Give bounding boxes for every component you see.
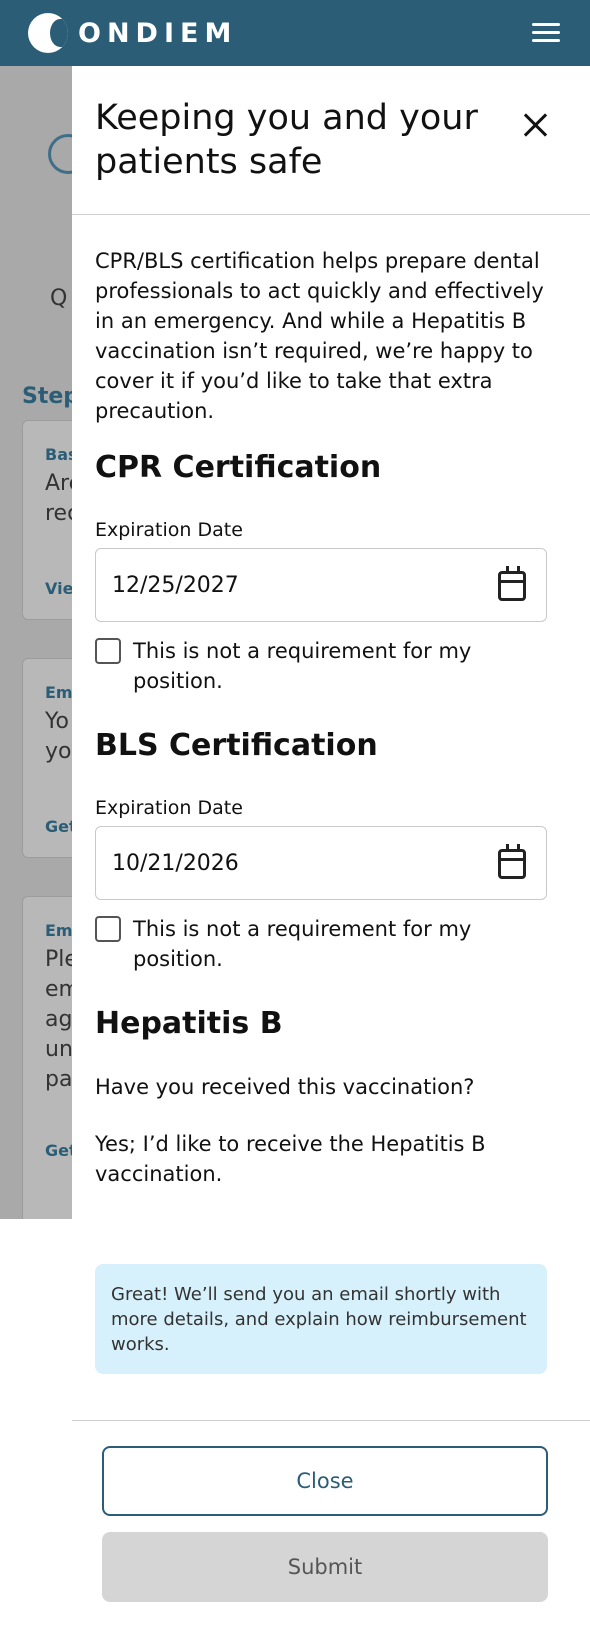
bg-partial-text: Q [50, 286, 68, 311]
ondiem-logo[interactable]: ONDIEM [28, 13, 237, 53]
bls-expiration-label: Expiration Date [95, 797, 243, 819]
cpr-not-required-label[interactable]: This is not a requirement for my positio… [133, 636, 533, 696]
cpr-date-field[interactable] [95, 548, 547, 622]
bg-card-line: pa [45, 1067, 72, 1092]
bg-card-line: un [45, 1037, 72, 1062]
close-button[interactable]: Close [102, 1446, 548, 1516]
bls-expiration-input[interactable] [112, 827, 472, 899]
bls-heading: BLS Certification [95, 728, 378, 763]
submit-button[interactable]: Submit [102, 1532, 548, 1602]
bg-card-label: Em [45, 683, 72, 702]
bg-steps-heading: Step [22, 384, 72, 409]
bg-card-line: yo [45, 739, 72, 764]
calendar-icon[interactable] [498, 566, 526, 601]
drawer-title: Keeping you and your patients safe [95, 98, 478, 182]
close-icon[interactable] [522, 112, 548, 138]
bg-card-link: Vie [45, 579, 72, 598]
bg-card-line: Are [45, 471, 72, 496]
top-bar: ONDIEM [0, 0, 590, 66]
bg-card-line: Ple [45, 947, 72, 972]
divider [72, 1420, 590, 1421]
logo-mark-icon [28, 13, 68, 53]
safety-drawer: Keeping you and your patients safe CPR/B… [72, 66, 590, 1632]
bls-not-required-checkbox[interactable] [95, 916, 121, 942]
hepb-heading: Hepatitis B [95, 1006, 283, 1041]
bg-card: Em Ple em ag un pa Get [22, 896, 72, 1219]
hamburger-menu-icon[interactable] [532, 23, 560, 43]
bg-card: Bas Are rec Vie [22, 420, 72, 620]
intro-text: CPR/BLS certification helps prepare dent… [95, 249, 544, 423]
hepb-notice: Great! We’ll send you an email shortly w… [95, 1264, 547, 1374]
calendar-icon[interactable] [498, 844, 526, 879]
bg-title-glyph [48, 134, 72, 174]
bg-card-line: rec [45, 501, 72, 526]
bg-card-label: Em [45, 921, 72, 940]
cpr-not-required-checkbox[interactable] [95, 638, 121, 664]
bg-card-link: Get [45, 817, 72, 836]
bg-card-label: Bas [45, 445, 72, 464]
cpr-heading: CPR Certification [95, 450, 382, 485]
page-backdrop[interactable]: Q Step Bas Are rec Vie Em Yo yo Get Em P… [0, 66, 72, 1219]
hepb-question: Have you received this vaccination? [95, 1075, 475, 1099]
bg-card: Em Yo yo Get [22, 658, 72, 858]
bls-date-field[interactable] [95, 826, 547, 900]
bg-card-line: Yo [45, 709, 69, 734]
cpr-expiration-label: Expiration Date [95, 519, 243, 541]
bls-not-required-label[interactable]: This is not a requirement for my positio… [133, 914, 533, 974]
cpr-expiration-input[interactable] [112, 549, 472, 621]
divider [72, 214, 590, 215]
bg-card-line: ag [45, 1007, 72, 1032]
hepb-answer[interactable]: Yes; I’d like to receive the Hepatitis B… [95, 1129, 555, 1189]
bg-card-link: Get [45, 1141, 72, 1160]
logo-text: ONDIEM [78, 17, 238, 49]
bg-card-line: em [45, 977, 72, 1002]
